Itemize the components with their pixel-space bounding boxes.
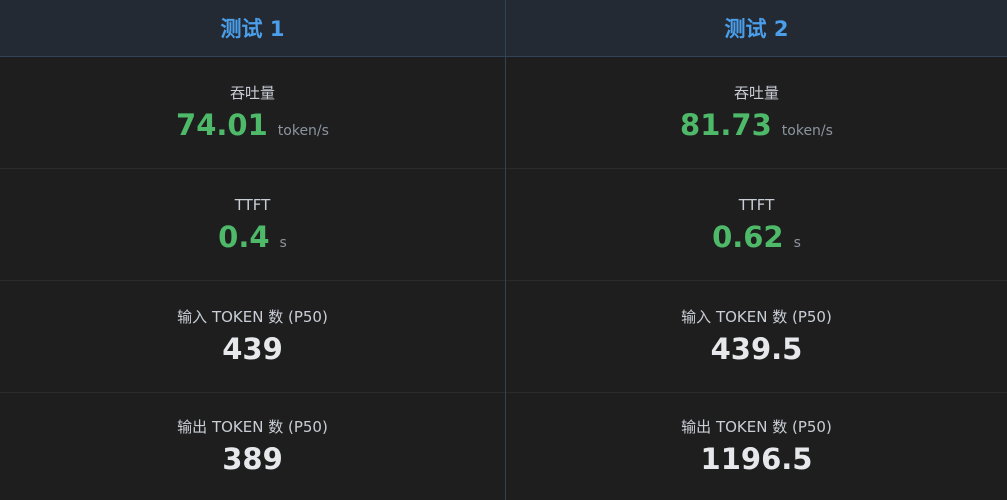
throughput-label: 吞吐量	[229, 83, 275, 102]
throughput-label: 吞吐量	[733, 83, 779, 102]
ttft-unit: s	[793, 234, 801, 251]
input-tokens-value-row: 439	[222, 331, 283, 367]
test-2-header: 测试 2	[506, 0, 1007, 57]
output-tokens-value: 1196.5	[700, 441, 813, 476]
ttft-value-row: 0.4 s	[218, 219, 287, 255]
ttft-value: 0.4	[218, 219, 270, 254]
test-1-header: 测试 1	[0, 0, 505, 57]
output-tokens-value-row: 1196.5	[701, 441, 813, 477]
ttft-value-row: 0.62 s	[712, 219, 801, 255]
test-2-ttft-cell: TTFT 0.62 s	[506, 169, 1007, 281]
throughput-value-row: 81.73 token/s	[680, 107, 833, 143]
test-1-output-tokens-cell: 输出 TOKEN 数 (P50) 389	[0, 393, 505, 500]
test-1-input-tokens-cell: 输入 TOKEN 数 (P50) 439	[0, 281, 505, 393]
test-1-ttft-cell: TTFT 0.4 s	[0, 169, 505, 281]
test-2-column: 测试 2 吞吐量 81.73 token/s TTFT 0.62 s 输入 TO…	[505, 0, 1007, 500]
test-1-column: 测试 1 吞吐量 74.01 token/s TTFT 0.4 s 输入 TOK…	[0, 0, 505, 500]
comparison-table: 测试 1 吞吐量 74.01 token/s TTFT 0.4 s 输入 TOK…	[0, 0, 1007, 500]
test-2-input-tokens-cell: 输入 TOKEN 数 (P50) 439.5	[506, 281, 1007, 393]
test-2-throughput-cell: 吞吐量 81.73 token/s	[506, 57, 1007, 169]
output-tokens-label: 输出 TOKEN 数 (P50)	[681, 417, 832, 436]
input-tokens-value: 439	[222, 331, 283, 366]
ttft-label: TTFT	[234, 195, 271, 214]
output-tokens-value: 389	[222, 441, 283, 476]
throughput-unit: token/s	[781, 122, 833, 139]
ttft-unit: s	[279, 234, 287, 251]
throughput-value: 74.01	[176, 107, 268, 142]
throughput-value-row: 74.01 token/s	[176, 107, 329, 143]
input-tokens-label: 输入 TOKEN 数 (P50)	[177, 307, 328, 326]
input-tokens-label: 输入 TOKEN 数 (P50)	[681, 307, 832, 326]
output-tokens-label: 输出 TOKEN 数 (P50)	[177, 417, 328, 436]
input-tokens-value-row: 439.5	[711, 331, 803, 367]
input-tokens-value: 439.5	[710, 331, 803, 366]
throughput-value: 81.73	[680, 107, 772, 142]
ttft-value: 0.62	[712, 219, 784, 254]
output-tokens-value-row: 389	[222, 441, 283, 477]
test-1-throughput-cell: 吞吐量 74.01 token/s	[0, 57, 505, 169]
ttft-label: TTFT	[738, 195, 775, 214]
throughput-unit: token/s	[277, 122, 329, 139]
test-2-output-tokens-cell: 输出 TOKEN 数 (P50) 1196.5	[506, 393, 1007, 500]
